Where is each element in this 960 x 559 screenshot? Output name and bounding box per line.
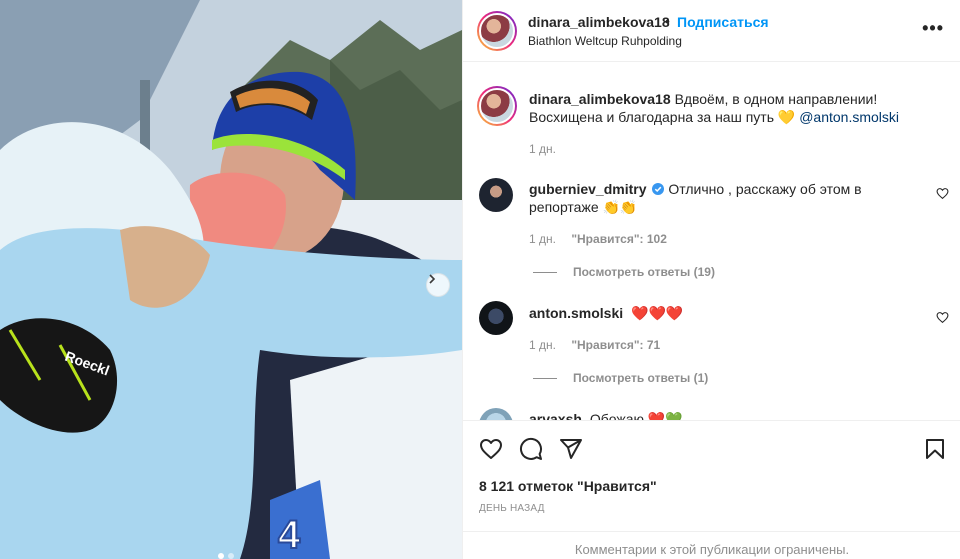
verified-badge-icon bbox=[652, 183, 665, 195]
comment-username[interactable]: anton.smolski bbox=[529, 305, 623, 321]
post-side-panel: dinara_alimbekova18 • Подписаться Biathl… bbox=[462, 0, 960, 559]
comment-body: ❤️❤️❤️ bbox=[631, 305, 684, 321]
photo-illustration: 4 Roeckl bbox=[0, 0, 462, 559]
commenter-avatar[interactable] bbox=[479, 178, 513, 212]
comment-time[interactable]: 1 дн. bbox=[529, 338, 556, 352]
chevron-right-icon bbox=[429, 274, 436, 284]
carousel-dot bbox=[218, 553, 224, 559]
comments-list[interactable]: dinara_alimbekova18 Вдвоём, в одном напра… bbox=[463, 62, 960, 420]
replies-divider bbox=[533, 271, 557, 273]
bookmark-icon[interactable] bbox=[923, 437, 947, 461]
post-photo[interactable]: 4 Roeckl bbox=[0, 0, 462, 559]
view-replies-button[interactable]: Посмотреть ответы (19) bbox=[533, 265, 715, 279]
next-photo-button[interactable] bbox=[426, 273, 450, 297]
separator-dot: • bbox=[665, 13, 670, 29]
location-link[interactable]: Biathlon Weltcup Ruhpolding bbox=[528, 34, 682, 48]
svg-text:4: 4 bbox=[278, 513, 301, 557]
view-replies-label: Посмотреть ответы (1) bbox=[573, 371, 709, 385]
author-username[interactable]: dinara_alimbekova18 bbox=[528, 14, 670, 30]
comment-meta: 1 дн. "Нравится": 102 bbox=[529, 232, 667, 246]
more-options-icon[interactable]: ••• bbox=[922, 18, 944, 39]
caption-author-avatar[interactable] bbox=[477, 86, 517, 126]
caption-meta: 1 дн. bbox=[529, 142, 568, 156]
like-comment-icon[interactable] bbox=[936, 187, 949, 200]
post-header: dinara_alimbekova18 • Подписаться Biathl… bbox=[463, 0, 960, 62]
comments-limited-notice: Комментарии к этой публикации ограничены… bbox=[463, 531, 960, 559]
post-actions: 8 121 отметок "Нравится" ДЕНЬ НАЗАД Комм… bbox=[463, 420, 960, 559]
comment-icon[interactable] bbox=[519, 437, 543, 461]
like-heart-icon[interactable] bbox=[479, 437, 503, 461]
action-icons bbox=[479, 437, 583, 461]
replies-divider bbox=[533, 377, 557, 379]
carousel-dot bbox=[228, 553, 234, 559]
comment-body: Обожаю ❤️💚 bbox=[589, 411, 683, 420]
caption-time[interactable]: 1 дн. bbox=[529, 142, 556, 156]
comment-time[interactable]: 1 дн. bbox=[529, 232, 556, 246]
caption-username[interactable]: dinara_alimbekova18 bbox=[529, 91, 671, 107]
view-replies-label: Посмотреть ответы (19) bbox=[573, 265, 715, 279]
comment-likes[interactable]: "Нравится": 71 bbox=[571, 338, 660, 352]
comment-text: arvaxsh Обожаю ❤️💚 bbox=[529, 410, 909, 420]
caption-mention-link[interactable]: @anton.smolski bbox=[799, 109, 899, 125]
caption-text: dinara_alimbekova18 Вдвоём, в одном напра… bbox=[529, 90, 909, 126]
author-avatar[interactable] bbox=[477, 11, 517, 51]
carousel-indicator bbox=[218, 553, 234, 559]
likes-count[interactable]: 8 121 отметок "Нравится" bbox=[479, 478, 657, 494]
commenter-avatar[interactable] bbox=[479, 301, 513, 335]
comment-meta: 1 дн. "Нравится": 71 bbox=[529, 338, 660, 352]
post-timestamp[interactable]: ДЕНЬ НАЗАД bbox=[479, 503, 545, 514]
comment-username[interactable]: arvaxsh bbox=[529, 411, 582, 420]
share-icon[interactable] bbox=[559, 437, 583, 461]
comment-text: guberniev_dmitry Отлично , расскажу об э… bbox=[529, 180, 909, 216]
like-comment-icon[interactable] bbox=[936, 311, 949, 324]
comment-likes[interactable]: "Нравится": 102 bbox=[571, 232, 667, 246]
view-replies-button[interactable]: Посмотреть ответы (1) bbox=[533, 371, 708, 385]
follow-button[interactable]: Подписаться bbox=[677, 14, 769, 30]
comment-username[interactable]: guberniev_dmitry bbox=[529, 181, 646, 197]
commenter-avatar[interactable] bbox=[479, 408, 513, 420]
comment-text: anton.smolski ❤️❤️❤️ bbox=[529, 304, 909, 322]
